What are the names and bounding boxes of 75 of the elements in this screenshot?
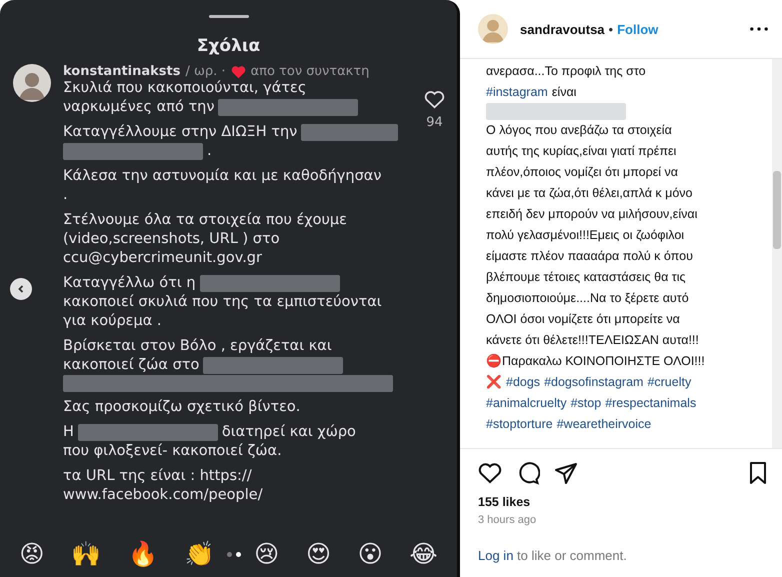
comment-text: (video,screenshots, URL ) στο — [63, 230, 280, 249]
comment-text: κακοποιεί ζώα στο — [63, 356, 200, 375]
send-icon[interactable] — [554, 461, 578, 485]
caption-text: αυτής της κυρίας,είναι γιατί πρέπει — [486, 143, 676, 160]
likes-count[interactable]: 155 likes — [460, 489, 782, 509]
comment-text: ναρκωμένες από την — [63, 98, 214, 117]
comment-text: Στέλνουμε όλα τα στοιχεία που έχουμε — [63, 211, 347, 230]
hashtag-link[interactable]: #stop — [570, 393, 602, 414]
separator-dot: • — [608, 22, 614, 36]
comment-text: Καταγγέλλω ότι η — [63, 274, 196, 293]
caption-text: ΟΛΟΙ όσοι νομίζετε ότι μπορείτε να — [486, 311, 680, 328]
reaction-emoji[interactable]: 😢 — [254, 542, 280, 566]
caption-text: ανερασα...Το προφιλ της στο — [486, 63, 646, 80]
back-button[interactable] — [10, 278, 32, 300]
comment-text: που φιλοξενεί- κακοποιεί ζώα. — [63, 442, 282, 461]
reaction-emoji[interactable]: 😡 — [19, 542, 44, 566]
caption-text: Ο λόγος που ανεβάζω τα στοιχεία — [486, 122, 672, 139]
comment-text: Βρίσκεται στον Βόλο , εργάζεται και — [63, 337, 332, 356]
avatar — [13, 64, 51, 102]
comment-text: Κάλεσα την αστυνομία και με καθοδήγησαν — [63, 167, 382, 186]
hashtag-link[interactable]: #instagram — [486, 82, 548, 103]
post-time: 3 hours ago — [477, 513, 538, 526]
comment-text: για κούρεμα . — [63, 312, 162, 331]
chevron-left-icon — [16, 284, 26, 294]
caption-text: ❌ — [486, 374, 502, 391]
bookmark-icon[interactable] — [748, 461, 768, 485]
hashtag-link[interactable]: #dogsofinstagram — [544, 372, 644, 393]
follow-link[interactable]: Follow — [617, 22, 658, 36]
comment-username[interactable]: konstantinaksts — [63, 64, 180, 79]
page-dot[interactable] — [227, 552, 232, 556]
post-username[interactable]: sandravoutsa — [520, 22, 605, 36]
hashtag-link[interactable]: #stoptorture — [486, 414, 553, 435]
comment-time: / ωρ. · — [186, 64, 226, 79]
caption-text: κάνετε ότι θέλετε!!!ΤΕΛΕΙΩΣΑΝ αυτα!!! — [486, 332, 699, 349]
comment-text: Καταγγέλλουμε στην ΔΙΩΞΗ την — [63, 123, 298, 142]
reaction-emoji[interactable]: 😮 — [358, 542, 383, 566]
caption-text: είναι — [552, 84, 576, 101]
comment-text: τα URL της είναι : https:// — [63, 467, 252, 486]
heart-icon[interactable] — [478, 462, 502, 484]
login-text: to like or comment. — [516, 548, 627, 563]
caption-text: είμαστε πλέον παααάρα πολύ κ όπου — [486, 248, 693, 265]
reaction-emoji[interactable]: 😂 — [410, 542, 438, 566]
comment-text: ccu@cybercrimeunit.gov.gr — [63, 249, 262, 268]
caption-text: πολύ γελασμένοι!!!Εμεις οι ζωόφιλοι — [486, 227, 684, 244]
like-count: 94 — [426, 115, 443, 130]
hashtag-link[interactable]: #animalcruelty — [486, 393, 567, 414]
hashtag-link[interactable]: #wearetheirvoice — [556, 414, 652, 435]
caption-text: κάνει με τα ζώα,ότι θέλει,απλά κ μόνο — [486, 185, 692, 202]
reaction-emoji[interactable]: 👏 — [184, 542, 215, 566]
scrollbar[interactable] — [772, 59, 782, 448]
caption-text: δημοσιοποιούμε....Να το ξέρετε αυτό — [486, 290, 689, 307]
comment-text: Η — [63, 423, 74, 442]
comment-text: . — [207, 142, 212, 161]
comment-text: . — [63, 186, 68, 205]
caption-text: πλέον,όποιος νομίζει ότι μπορεί να — [486, 164, 678, 181]
login-link[interactable]: Log in — [478, 548, 514, 563]
comment-text: www.facebook.com/people/ — [63, 486, 263, 505]
comment-text: Σας προσκομίζω σχετικό βίντεο. — [63, 398, 300, 417]
page-dot[interactable] — [236, 552, 242, 556]
caption-text: βλέπουμε τέτοιες καταστάσεις θα τις — [486, 269, 686, 286]
comment-text: Σκυλιά που κακοποιούνται, γάτες — [63, 79, 306, 98]
comment-text: διατηρεί και χώρο — [222, 423, 356, 442]
caption-text: επειδή δεν μπορούν να μιλήσουν,είναι — [486, 206, 698, 223]
comment-text: κακοποιεί σκυλιά που της τα εμπιστεύονται — [63, 293, 382, 312]
drag-handle[interactable] — [208, 15, 248, 18]
reaction-emoji[interactable]: 🙌 — [71, 542, 102, 566]
author-note: απο τον συντακτη — [250, 64, 370, 79]
hashtag-link[interactable]: #respectanimals — [605, 393, 696, 414]
caption-text: ⛔Παρακαλω ΚΟΙΝΟΠΟΙΗΣΤΕ ΟΛΟΙ!!! — [486, 353, 705, 370]
reaction-emoji[interactable]: 😍 — [306, 542, 331, 566]
reaction-emoji[interactable]: 🔥 — [128, 542, 158, 566]
hashtag-link[interactable]: #dogs — [506, 372, 540, 393]
more-icon[interactable] — [750, 27, 768, 31]
comments-title: Σχόλια — [196, 36, 262, 56]
hashtag-link[interactable]: #cruelty — [647, 372, 692, 393]
